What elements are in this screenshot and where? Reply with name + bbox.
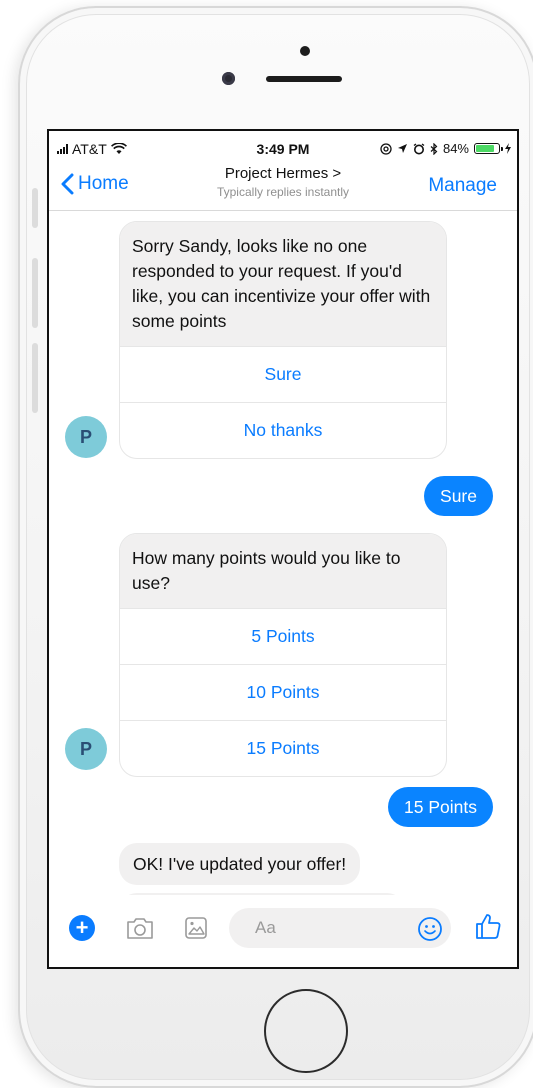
location-arrow-icon [397, 144, 407, 153]
avatar: P [65, 728, 107, 770]
message-text: How many points would you like to use? [120, 534, 446, 608]
volume-up-button [32, 258, 38, 328]
volume-down-button [32, 343, 38, 413]
quick-reply-sure[interactable]: Sure [120, 346, 446, 402]
image-icon[interactable] [183, 915, 209, 941]
input-placeholder: Aa [255, 918, 276, 937]
outgoing-message: 15 Points [388, 787, 493, 827]
manage-button[interactable]: Manage [428, 175, 497, 197]
thumbs-up-icon[interactable] [473, 911, 503, 941]
front-camera [222, 72, 235, 85]
quick-reply-10-points[interactable]: 10 Points [120, 664, 446, 720]
alarm-icon [413, 142, 425, 154]
bot-message-card: Sorry Sandy, looks like no one responded… [119, 221, 447, 459]
composer-bar: + Aa [49, 895, 517, 967]
battery-fill [476, 145, 494, 152]
conversation-header: Home Project Hermes > Typically replies … [49, 161, 517, 211]
bluetooth-icon [430, 142, 438, 155]
earpiece-speaker [266, 76, 342, 82]
avatar: P [65, 416, 107, 458]
plus-icon[interactable]: + [69, 915, 95, 941]
bot-message-card: How many points would you like to use? 5… [119, 533, 447, 777]
message-text: Sorry Sandy, looks like no one responded… [120, 222, 446, 346]
emoji-icon[interactable] [417, 916, 443, 942]
camera-icon[interactable] [125, 915, 155, 941]
quick-reply-15-points[interactable]: 15 Points [120, 720, 446, 776]
outgoing-message: Sure [424, 476, 493, 516]
home-button[interactable] [264, 989, 348, 1073]
proximity-sensor [300, 46, 310, 56]
battery-percent: 84% [442, 141, 469, 156]
charging-bolt-icon [505, 143, 511, 154]
quick-reply-no-thanks[interactable]: No thanks [120, 402, 446, 458]
message-input[interactable]: Aa [229, 908, 451, 948]
incoming-message: OK! I've updated your offer! [119, 843, 361, 885]
message-list[interactable]: Sorry Sandy, looks like no one responded… [49, 211, 517, 896]
phone-screen: AT&T 3:49 PM 84% Home Project Hermes > T… [47, 129, 519, 969]
battery-icon [474, 143, 503, 154]
quick-reply-5-points[interactable]: 5 Points [120, 608, 446, 664]
at-sign-icon [380, 142, 392, 155]
mute-switch [32, 188, 38, 228]
